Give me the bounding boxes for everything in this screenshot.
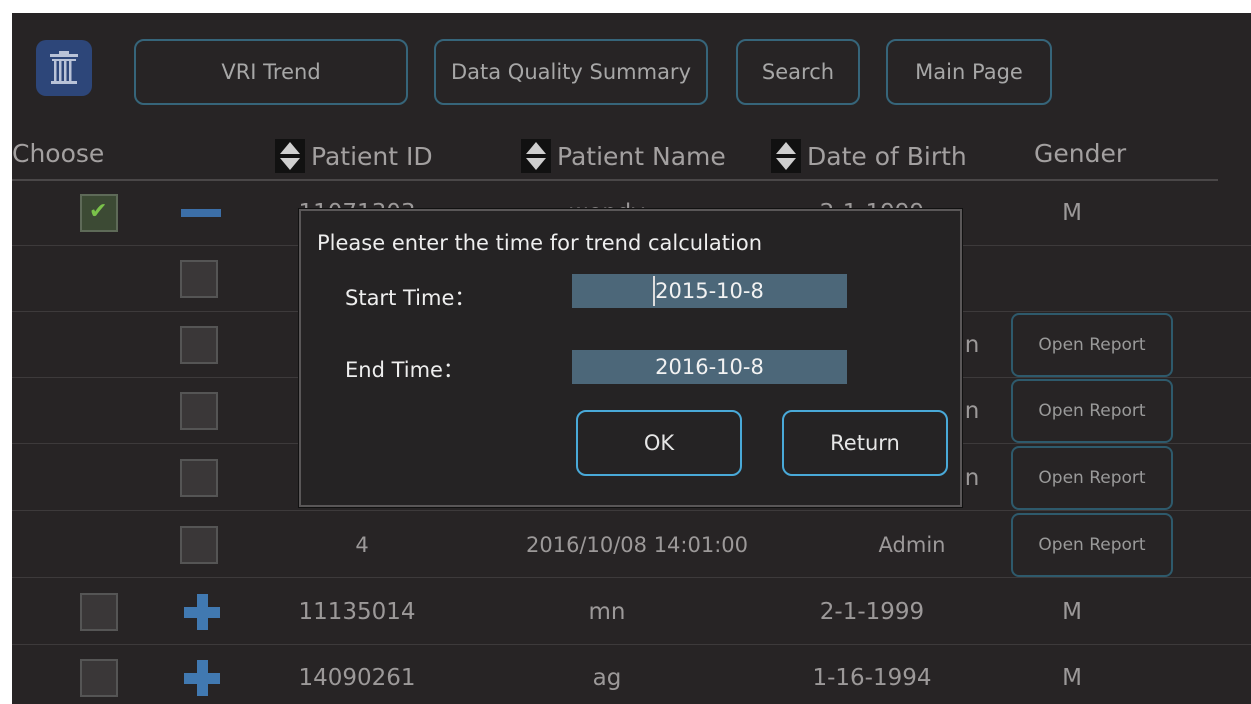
open-report-button[interactable]: Open Report (1011, 313, 1173, 377)
end-time-value: 2016-10-8 (655, 355, 764, 379)
header-patient-name-label: Patient Name (557, 141, 726, 171)
header-patient-name[interactable]: Patient Name (521, 139, 726, 173)
row-checkbox[interactable] (80, 659, 118, 697)
main-page-button[interactable]: Main Page (886, 39, 1052, 105)
patient-gender: M (1062, 665, 1082, 691)
patient-name: mn (588, 599, 626, 625)
data-quality-summary-button[interactable]: Data Quality Summary (434, 39, 708, 105)
table-row[interactable]: 4 2016/10/08 14:01:00 Admin Open Report (12, 512, 1251, 578)
row-checkbox[interactable] (180, 326, 218, 364)
row-checkbox[interactable] (180, 459, 218, 497)
patient-dob: 2-1-1999 (819, 599, 925, 625)
trend-operator: Admin (878, 533, 946, 557)
start-time-label: Start Time： (345, 286, 476, 310)
patient-id: 14090261 (298, 665, 416, 691)
open-report-button[interactable]: Open Report (1011, 446, 1173, 510)
table-row[interactable]: 11135014 mn 2-1-1999 M (12, 579, 1251, 645)
patient-gender: M (1062, 200, 1082, 226)
sort-icon[interactable] (275, 139, 305, 173)
row-checkbox[interactable] (180, 392, 218, 430)
header-choose-label: Choose (12, 139, 105, 168)
row-checkbox[interactable] (80, 593, 118, 631)
row-checkbox[interactable] (180, 526, 218, 564)
open-report-button[interactable]: Open Report (1011, 513, 1173, 577)
collapse-icon[interactable] (181, 209, 221, 217)
trash-icon (50, 51, 78, 84)
start-time-value: 2015-10-8 (655, 279, 764, 303)
header-choose: Choose (12, 139, 104, 168)
patient-dob: 1-16-1994 (812, 665, 932, 691)
dialog-title: Please enter the time for trend calculat… (317, 231, 762, 255)
header-gender: Gender (1034, 139, 1126, 168)
expand-icon[interactable] (184, 660, 220, 696)
sort-icon[interactable] (521, 139, 551, 173)
search-button[interactable]: Search (736, 39, 860, 105)
patient-id: 11135014 (298, 599, 416, 625)
text-caret (653, 276, 655, 306)
start-time-input[interactable]: 2015-10-8 (572, 274, 847, 308)
table-row[interactable]: 14090261 ag 1-16-1994 M (12, 645, 1251, 704)
expand-icon[interactable] (184, 594, 220, 630)
end-time-input[interactable]: 2016-10-8 (572, 350, 847, 384)
delete-button[interactable] (36, 40, 92, 96)
header-patient-id[interactable]: Patient ID (275, 139, 433, 173)
ok-button[interactable]: OK (576, 410, 742, 476)
end-time-label: End Time： (345, 358, 464, 382)
trend-time-dialog: Please enter the time for trend calculat… (299, 209, 962, 507)
header-dob[interactable]: Date of Birth (771, 139, 967, 173)
vri-trend-button[interactable]: VRI Trend (134, 39, 408, 105)
row-checkbox[interactable] (180, 260, 218, 298)
app-screen: VRI Trend Data Quality Summary Search Ma… (12, 13, 1251, 704)
patient-gender: M (1062, 599, 1082, 625)
sort-icon[interactable] (771, 139, 801, 173)
open-report-button[interactable]: Open Report (1011, 379, 1173, 443)
return-button[interactable]: Return (782, 410, 948, 476)
row-checkbox[interactable] (80, 194, 118, 232)
patient-name: ag (592, 665, 622, 691)
trend-datetime: 2016/10/08 14:01:00 (525, 533, 749, 557)
header-gender-label: Gender (1034, 139, 1127, 168)
header-patient-id-label: Patient ID (311, 141, 433, 171)
header-dob-label: Date of Birth (807, 141, 967, 171)
trend-index: 4 (355, 533, 369, 557)
